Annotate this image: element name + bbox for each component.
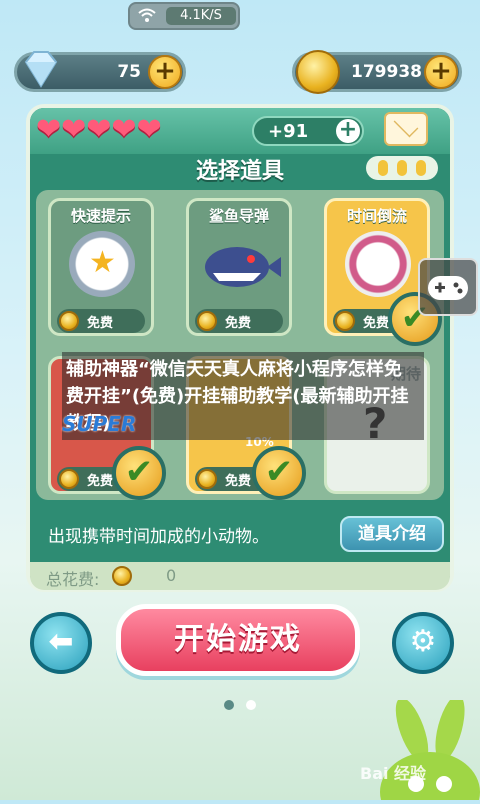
item-price: 免费	[363, 316, 390, 331]
super-label: SUPER	[62, 412, 137, 436]
back-button[interactable]: ⬅	[30, 612, 92, 674]
heart-icon: ❤	[136, 112, 162, 147]
wifi-icon	[138, 7, 156, 27]
settings-button[interactable]: ⚙	[392, 612, 454, 674]
lives-bonus[interactable]: +91 +	[252, 116, 364, 146]
coin-icon	[197, 311, 217, 331]
selected-check-icon: ✔	[112, 446, 166, 500]
add-lives-icon: +	[336, 119, 360, 143]
lives-hearts: ❤❤❤❤❤	[36, 112, 162, 147]
item-price: 免费	[87, 316, 114, 331]
item-price: 免费	[225, 316, 252, 331]
selected-check-icon: ✔	[252, 446, 306, 500]
bunny-mascot	[372, 695, 480, 804]
coin-icon	[197, 469, 217, 489]
coin-icon	[59, 311, 79, 331]
coin-icon	[296, 50, 340, 94]
total-value: 0	[166, 566, 177, 585]
pin-icon	[378, 160, 388, 176]
heart-icon: ❤	[36, 112, 62, 147]
network-speed: 4.1K/S	[166, 7, 236, 25]
heart-icon: ❤	[61, 112, 87, 147]
pin-icon	[416, 160, 426, 176]
item-name: 时间倒流	[346, 207, 407, 225]
pin-icon	[397, 160, 407, 176]
shark-missile-icon	[203, 237, 281, 297]
item-price: 免费	[87, 474, 114, 489]
price-tag: 免费	[195, 309, 283, 333]
item-card-quick-hint[interactable]: 快速提示 ★ 免费	[48, 198, 154, 336]
pin-decoration	[366, 156, 438, 180]
coin-icon	[112, 566, 132, 586]
item-price: 免费	[225, 474, 252, 489]
stopwatch-icon	[345, 231, 411, 297]
coin-icon	[335, 311, 355, 331]
item-name: 鲨鱼导弹	[208, 207, 269, 225]
diamond-value: 75	[117, 62, 141, 82]
coin-icon	[59, 469, 79, 489]
heart-icon: ❤	[86, 112, 112, 147]
total-label: 总花费:	[46, 570, 100, 589]
add-diamonds-button[interactable]: +	[148, 55, 182, 89]
page-indicator-dot	[224, 700, 234, 710]
coin-value: 179938	[351, 62, 422, 82]
page-indicator-dot-active	[246, 700, 256, 710]
item-name: 快速提示	[70, 207, 131, 225]
lives-bonus-value: +91	[268, 121, 309, 142]
network-status: 4.1K/S	[128, 2, 240, 30]
item-intro-button[interactable]: 道具介绍	[340, 516, 444, 552]
item-card-shark-missile[interactable]: 鲨鱼导弹 免费	[186, 198, 292, 336]
add-coins-button[interactable]: +	[424, 55, 458, 89]
magnifier-star-icon: ★	[69, 231, 135, 297]
watermark: Bai 经验	[360, 764, 427, 783]
gamepad-icon	[428, 276, 468, 300]
item-description: 出现携带时间加成的小动物。	[48, 527, 269, 547]
start-game-button[interactable]: 开始游戏	[116, 604, 360, 676]
heart-icon: ❤	[111, 112, 137, 147]
gamepad-button[interactable]	[418, 258, 478, 316]
mail-icon[interactable]	[384, 112, 428, 146]
diamond-icon	[18, 46, 64, 96]
price-tag: 免费	[57, 309, 145, 333]
total-cost-bar: 总花费: 0	[30, 562, 450, 590]
